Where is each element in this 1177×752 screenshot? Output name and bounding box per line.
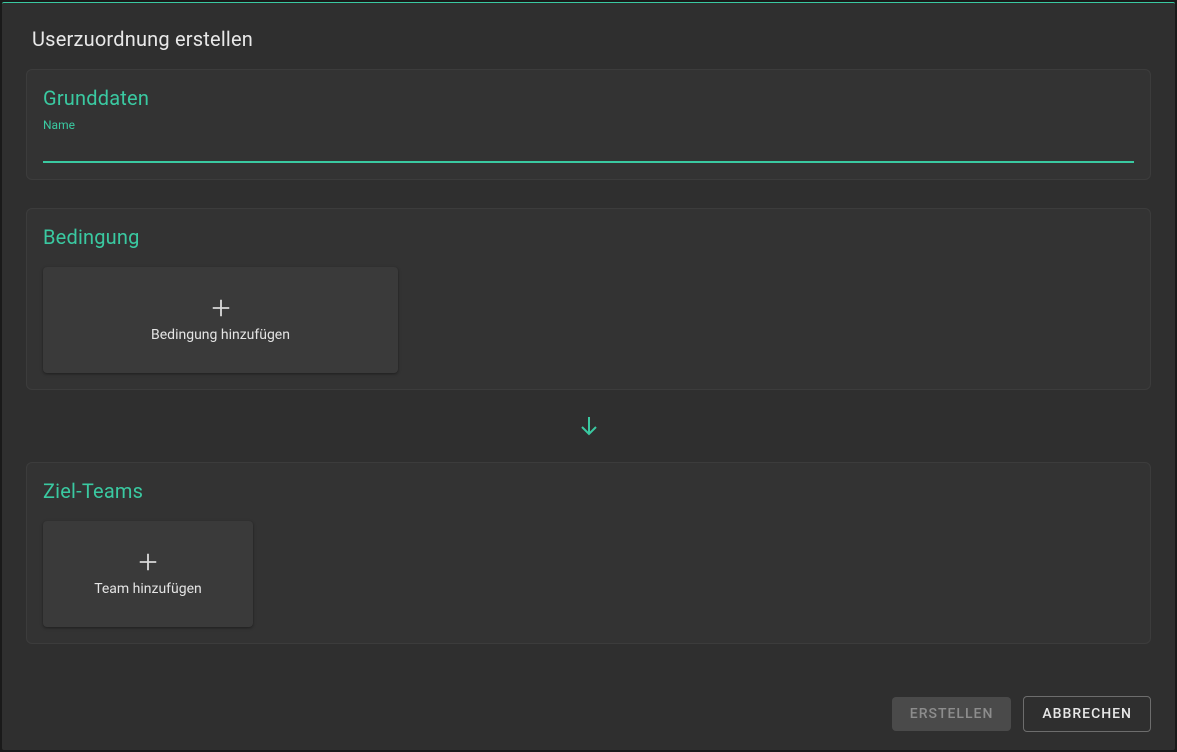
name-input[interactable] [43, 134, 1134, 163]
add-condition-label: Bedingung hinzufügen [151, 327, 290, 343]
arrow-down-icon [577, 414, 601, 438]
name-label: Name [43, 118, 1134, 132]
cancel-button[interactable]: ABBRECHEN [1023, 696, 1151, 732]
create-button[interactable]: ERSTELLEN [892, 697, 1012, 731]
target-teams-card: Ziel-Teams Team hinzufügen [26, 462, 1151, 644]
basic-data-title: Grunddaten [43, 86, 1134, 110]
name-field: Name [43, 118, 1134, 163]
dialog-title: Userzuordnung erstellen [32, 27, 1145, 51]
add-team-label: Team hinzufügen [94, 581, 202, 597]
condition-title: Bedingung [43, 225, 1134, 249]
flow-arrow [26, 414, 1151, 438]
create-user-assignment-dialog: Userzuordnung erstellen Grunddaten Name … [2, 2, 1175, 750]
add-condition-button[interactable]: Bedingung hinzufügen [43, 267, 398, 373]
plus-icon [137, 551, 159, 573]
dialog-body: Userzuordnung erstellen Grunddaten Name … [2, 3, 1175, 684]
dialog-footer: ERSTELLEN ABBRECHEN [2, 684, 1175, 750]
add-team-button[interactable]: Team hinzufügen [43, 521, 253, 627]
condition-card: Bedingung Bedingung hinzufügen [26, 208, 1151, 390]
plus-icon [210, 297, 232, 319]
basic-data-card: Grunddaten Name [26, 69, 1151, 180]
target-teams-title: Ziel-Teams [43, 479, 1134, 503]
